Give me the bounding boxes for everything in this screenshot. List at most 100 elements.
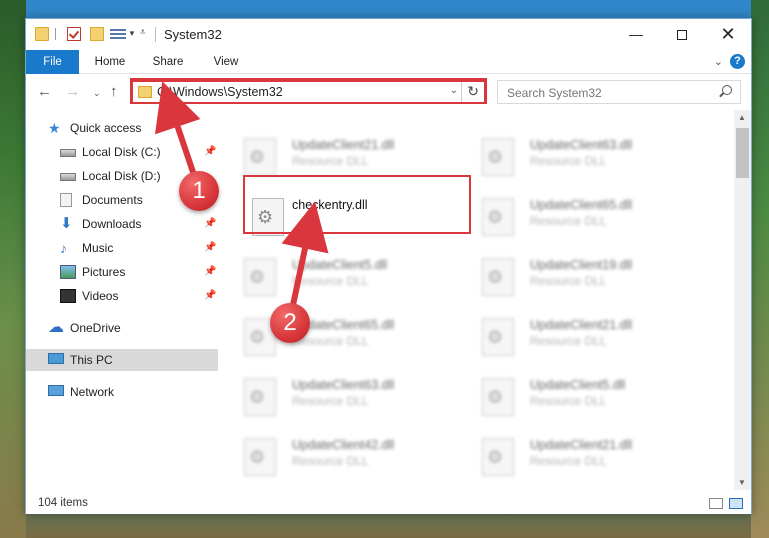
file-type: Resource DLL [530, 394, 607, 408]
window-title: System32 [164, 27, 222, 42]
file-name: UpdateClient21.dll [530, 438, 633, 452]
desktop-background-right [751, 0, 769, 538]
properties-check-icon[interactable] [67, 27, 81, 41]
title-bar: ▼ ⩡ System32 — ✕ [26, 19, 751, 50]
sidebar-item-downloads[interactable]: ⬇ Downloads 📌 [60, 213, 218, 235]
file-type: Resource DLL [530, 154, 607, 168]
sidebar-item-local-disk-c[interactable]: Local Disk (C:) 📌 [60, 141, 218, 163]
cloud-icon: ☁ [48, 319, 64, 336]
pin-icon[interactable]: 📌 [204, 285, 216, 307]
recent-locations-icon[interactable]: ⌄ [93, 88, 101, 99]
folder-icon[interactable] [35, 27, 49, 41]
maximize-button[interactable] [659, 19, 705, 49]
help-icon[interactable]: ? [730, 54, 745, 69]
file-name: UpdateClient5.dll [530, 378, 626, 392]
ribbon-tabs: File Home Share View ⌄ ? [26, 50, 751, 74]
step-1-marker: 1 [179, 171, 219, 211]
file-item[interactable]: UpdateClient5.dll Resource DLL [476, 370, 712, 426]
forward-arrow-icon[interactable]: → [65, 83, 80, 100]
file-item[interactable]: UpdateClient42.dll Resource DLL [238, 430, 474, 486]
network-icon [48, 385, 64, 396]
file-name: UpdateClient21.dll [530, 318, 633, 332]
pin-icon[interactable]: 📌 [204, 237, 216, 259]
sidebar-item-quick-access[interactable]: ★ Quick access [48, 117, 218, 139]
sidebar-item-label: Videos [82, 289, 119, 303]
sidebar-item-label: Local Disk (C:) [82, 145, 161, 159]
tab-file[interactable]: File [26, 50, 79, 74]
sidebar-item-label: Downloads [82, 217, 142, 231]
scroll-up-icon[interactable]: ▲ [738, 113, 746, 122]
address-highlight-box [130, 78, 487, 104]
sidebar-item-label: Pictures [82, 265, 126, 279]
videos-icon [60, 289, 76, 303]
file-item[interactable]: UpdateClient5.dll Resource DLL [238, 250, 474, 306]
file-name: UpdateClient5.dll [292, 258, 388, 272]
minimize-button[interactable]: — [613, 19, 659, 49]
dll-file-icon [482, 138, 514, 176]
file-name: UpdateClient42.dll [292, 438, 395, 452]
navigation-pane: ★ Quick access Local Disk (C:) 📌 Local D… [26, 115, 218, 490]
pc-icon [48, 353, 64, 364]
new-folder-icon[interactable] [90, 27, 104, 41]
sidebar-item-music[interactable]: ♪ Music 📌 [60, 237, 218, 259]
customize-toolbar-icon[interactable]: ⩡ [140, 27, 146, 38]
download-icon: ⬇ [60, 215, 73, 232]
close-button[interactable]: ✕ [705, 19, 751, 49]
sidebar-item-this-pc[interactable]: This PC [26, 349, 218, 371]
dll-file-icon [482, 438, 514, 476]
title-separator [155, 27, 156, 42]
search-icon[interactable] [722, 85, 732, 95]
documents-icon [60, 193, 72, 207]
chevron-down-icon[interactable]: ▼ [128, 29, 136, 38]
pin-icon[interactable]: 📌 [204, 213, 216, 235]
star-icon: ★ [48, 120, 61, 136]
dll-file-icon [244, 378, 276, 416]
dll-file-icon [244, 258, 276, 296]
dll-file-icon [482, 198, 514, 236]
music-icon: ♪ [60, 240, 67, 256]
desktop-background-left [0, 0, 26, 538]
search-input[interactable]: Search System32 [497, 80, 741, 104]
list-view-icon[interactable] [110, 27, 126, 41]
search-placeholder: Search System32 [507, 86, 602, 100]
scroll-down-icon[interactable]: ▼ [738, 478, 746, 487]
tiles-view-icon[interactable] [729, 498, 743, 509]
pin-icon[interactable]: 📌 [204, 141, 216, 163]
file-highlight-box [243, 175, 471, 234]
pictures-icon [60, 265, 76, 279]
status-bar: 104 items [26, 493, 751, 514]
expand-ribbon-icon[interactable]: ⌄ [714, 55, 723, 68]
disk-icon [60, 149, 76, 157]
file-type: Resource DLL [530, 454, 607, 468]
item-count: 104 items [38, 497, 88, 509]
file-item[interactable]: UpdateClient63.dll Resource DLL [476, 130, 712, 186]
sidebar-item-pictures[interactable]: Pictures 📌 [60, 261, 218, 283]
details-view-icon[interactable] [709, 498, 723, 509]
file-type: Resource DLL [292, 274, 369, 288]
file-name: UpdateClient19.dll [530, 258, 633, 272]
file-item[interactable]: UpdateClient21.dll Resource DLL [476, 310, 712, 366]
sidebar-item-network[interactable]: Network [48, 381, 218, 403]
sidebar-item-onedrive[interactable]: ☁ OneDrive [48, 317, 218, 339]
file-name: UpdateClient63.dll [292, 378, 395, 392]
dll-file-icon [482, 318, 514, 356]
up-arrow-icon[interactable]: ↑ [110, 83, 118, 100]
file-item[interactable]: UpdateClient63.dll Resource DLL [238, 370, 474, 426]
file-item[interactable]: UpdateClient21.dll Resource DLL [476, 430, 712, 486]
sidebar-item-videos[interactable]: Videos 📌 [60, 285, 218, 307]
back-arrow-icon[interactable]: ← [37, 83, 52, 100]
file-name: UpdateClient63.dll [530, 138, 633, 152]
tab-view[interactable]: View [204, 50, 248, 74]
file-item[interactable]: UpdateClient65.dll Resource DLL [476, 190, 712, 246]
tab-home[interactable]: Home [88, 50, 132, 74]
scroll-thumb[interactable] [736, 128, 749, 178]
sidebar-item-label: OneDrive [70, 321, 121, 335]
sidebar-item-label: Documents [82, 193, 143, 207]
file-type: Resource DLL [292, 394, 369, 408]
file-type: Resource DLL [530, 214, 607, 228]
vertical-scrollbar[interactable]: ▲ ▼ [734, 110, 751, 490]
file-item[interactable]: UpdateClient19.dll Resource DLL [476, 250, 712, 306]
pin-icon[interactable]: 📌 [204, 261, 216, 283]
tab-share[interactable]: Share [146, 50, 190, 74]
quick-access-separator [55, 28, 56, 40]
